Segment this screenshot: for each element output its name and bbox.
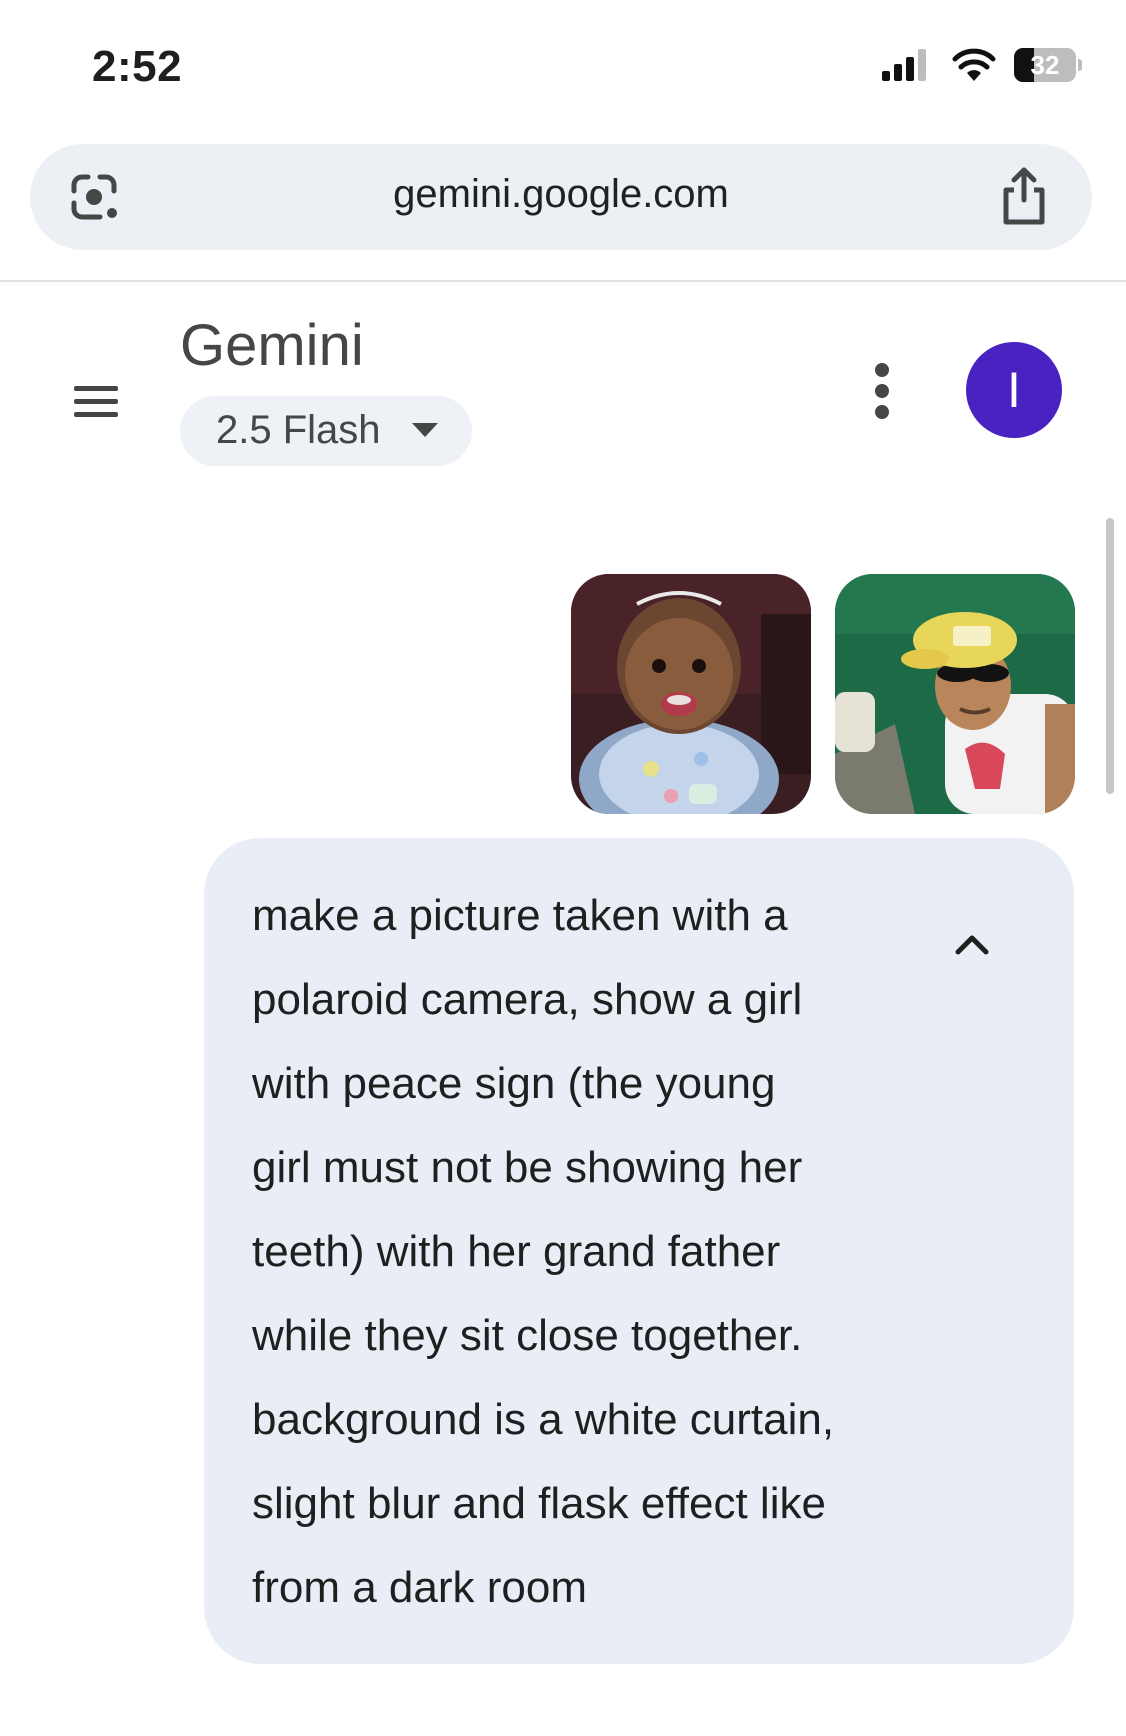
user-prompt-bubble: make a picture taken with a polaroid cam…	[204, 838, 1074, 1664]
baby-photo-thumbnail[interactable]	[571, 574, 811, 814]
model-selector[interactable]: 2.5 Flash	[180, 396, 472, 466]
prompt-line: from a dark room	[252, 1563, 587, 1612]
grandfather-photo-thumbnail[interactable]	[835, 574, 1075, 814]
scrollbar[interactable]	[1106, 518, 1114, 794]
prompt-line: with peace sign (the young	[252, 1059, 776, 1108]
menu-icon[interactable]	[70, 382, 122, 422]
chevron-up-icon[interactable]	[946, 924, 998, 964]
battery-level: 32	[1030, 49, 1060, 80]
avatar[interactable]: I	[966, 342, 1062, 438]
caret-down-icon[interactable]	[412, 423, 438, 437]
prompt-line: while they sit close together.	[252, 1311, 803, 1360]
battery-tip	[1078, 59, 1082, 71]
phone-screen: 2:52 32 gemini.google.com Gemini 2.5 Fla…	[0, 0, 1126, 1736]
prompt-line: make a picture taken with a	[252, 891, 788, 940]
prompt-line: slight blur and flask effect like	[252, 1479, 826, 1528]
prompt-line: background is a white curtain,	[252, 1395, 835, 1444]
wifi-icon	[952, 48, 996, 81]
prompt-line: girl must not be showing her	[252, 1143, 803, 1192]
battery-icon: 32	[1014, 48, 1076, 82]
address-bar[interactable]: gemini.google.com	[30, 144, 1092, 250]
status-icons: 32	[882, 48, 1082, 82]
share-icon[interactable]	[996, 166, 1052, 226]
status-time: 2:52	[92, 42, 183, 91]
prompt-line: polaroid camera, show a girl	[252, 975, 803, 1024]
model-label[interactable]: 2.5 Flash	[216, 408, 381, 453]
prompt-line: teeth) with her grand father	[252, 1227, 781, 1276]
more-vert-icon[interactable]	[862, 362, 902, 420]
url-text[interactable]: gemini.google.com	[30, 172, 1092, 217]
app-title: Gemini	[180, 313, 364, 378]
prompt-text: make a picture taken with a polaroid cam…	[252, 874, 972, 1630]
cellular-signal-icon	[882, 49, 926, 81]
header-divider	[0, 280, 1126, 282]
